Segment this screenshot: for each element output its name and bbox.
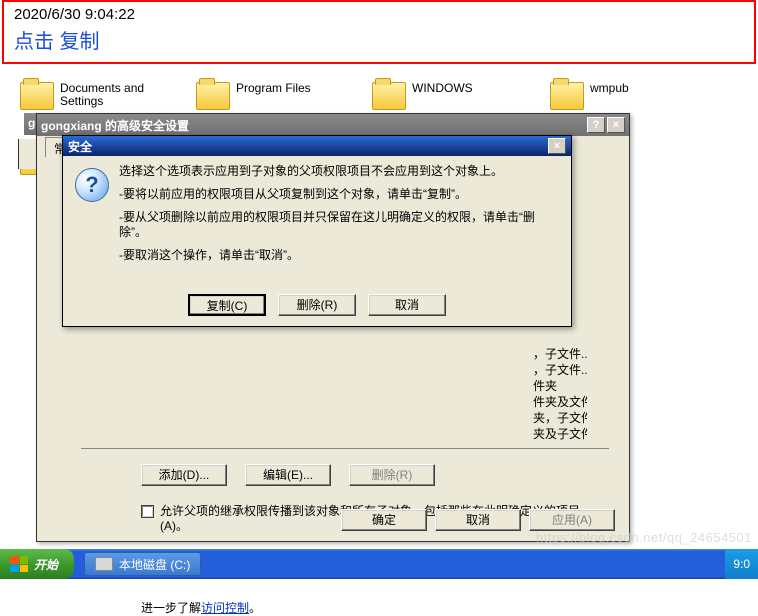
annotation-box: 2020/6/30 9:04:22 点击 复制	[2, 0, 756, 64]
question-icon: ?	[75, 168, 109, 202]
desktop-icon[interactable]: WINDOWS	[372, 82, 473, 110]
ok-button[interactable]: 确定	[341, 509, 427, 531]
annotation-instruction: 点击 复制	[14, 25, 744, 54]
remove-button[interactable]: 删除(R)	[349, 464, 435, 486]
access-control-link[interactable]: 访问控制	[201, 601, 249, 615]
add-button[interactable]: 添加(D)...	[141, 464, 227, 486]
dialog-title: gongxiang 的高级安全设置	[41, 117, 189, 134]
close-button[interactable]: ×	[607, 117, 625, 133]
dialog-titlebar[interactable]: gongxiang 的高级安全设置 ? ×	[37, 114, 629, 136]
annotation-timestamp: 2020/6/30 9:04:22	[14, 6, 744, 23]
modal-title: 安全	[68, 138, 92, 155]
modal-message: 选择这个选项表示应用到子对象的父项权限项目不会应用到这个对象上。 -要将以前应用…	[119, 164, 559, 271]
desktop-icon-label: Program Files	[236, 82, 311, 95]
checkbox-icon[interactable]	[141, 505, 154, 518]
drive-icon	[95, 557, 113, 571]
clock: 9:0	[733, 557, 750, 571]
desktop-icon-label: wmpub	[590, 82, 629, 95]
copy-button[interactable]: 复制(C)	[188, 294, 266, 316]
desktop-icon-label: Documents and Settings	[60, 82, 150, 108]
taskbar-item-label: 本地磁盘 (C:)	[119, 556, 190, 573]
taskbar: 开始 本地磁盘 (C:) 9:0	[0, 549, 758, 579]
permission-list-fragment: ，子文件... ，子文件... 件夹 件夹及文件 夹，子文件... 夹及子文件夹	[533, 346, 587, 442]
folder-icon	[550, 82, 584, 110]
desktop-icon[interactable]: Documents and Settings	[20, 82, 150, 110]
edit-button[interactable]: 编辑(E)...	[245, 464, 331, 486]
taskbar-item[interactable]: 本地磁盘 (C:)	[84, 552, 201, 576]
close-button[interactable]: ×	[548, 138, 566, 154]
desktop-icon[interactable]: wmpub	[550, 82, 629, 110]
security-confirm-dialog: 安全 × ? 选择这个选项表示应用到子对象的父项权限项目不会应用到这个对象上。 …	[62, 135, 572, 327]
system-tray[interactable]: 9:0	[725, 549, 758, 579]
apply-button[interactable]: 应用(A)	[529, 509, 615, 531]
windows-logo-icon	[10, 556, 28, 572]
delete-button[interactable]: 删除(R)	[278, 294, 356, 316]
start-label: 开始	[34, 556, 58, 573]
start-button[interactable]: 开始	[0, 549, 74, 579]
folder-icon	[20, 82, 54, 110]
modal-titlebar[interactable]: 安全 ×	[63, 136, 571, 156]
cancel-button[interactable]: 取消	[368, 294, 446, 316]
dialog-footer-buttons: 确定 取消 应用(A)	[341, 509, 615, 531]
cancel-button[interactable]: 取消	[435, 509, 521, 531]
desktop-icon[interactable]: Program Files	[196, 82, 311, 110]
folder-icon	[196, 82, 230, 110]
folder-icon	[372, 82, 406, 110]
help-button[interactable]: ?	[587, 117, 605, 133]
learn-more: 进一步了解访问控制。	[141, 599, 587, 616]
dialog-lower-section: 添加(D)... 编辑(E)... 删除(R) 允许父项的继承权限传播到该对象和…	[141, 464, 587, 616]
desktop-icon-label: WINDOWS	[412, 82, 473, 95]
